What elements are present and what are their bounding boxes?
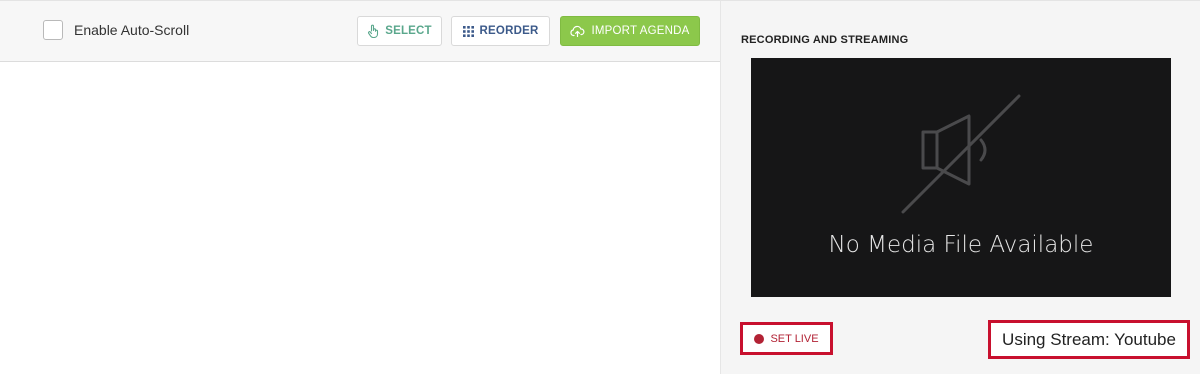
reorder-button-label: REORDER <box>479 25 539 37</box>
agenda-toolbar: Enable Auto-Scroll SELECT REORDER IMPORT… <box>0 1 720 62</box>
recording-section-title: RECORDING AND STREAMING <box>741 34 909 46</box>
speaker-muted-icon <box>895 94 1025 219</box>
record-dot-icon <box>754 333 765 344</box>
stream-source-label: Using Stream: Youtube <box>1002 329 1176 349</box>
select-button[interactable]: SELECT <box>357 16 442 46</box>
cloud-upload-icon <box>570 25 585 37</box>
import-agenda-button[interactable]: IMPORT AGENDA <box>560 16 700 46</box>
grid-dots-icon <box>462 25 474 37</box>
no-media-message: No Media File Available <box>828 232 1094 258</box>
hand-pointer-icon <box>367 24 379 38</box>
media-player[interactable]: No Media File Available <box>751 58 1171 297</box>
recording-panel: RECORDING AND STREAMING No Media File Av… <box>720 0 1200 374</box>
auto-scroll-label: Enable Auto-Scroll <box>74 22 190 38</box>
auto-scroll-toggle[interactable]: Enable Auto-Scroll <box>43 20 189 40</box>
set-live-label: SET LIVE <box>770 332 819 345</box>
auto-scroll-checkbox[interactable] <box>43 20 63 40</box>
set-live-button[interactable]: SET LIVE <box>740 322 833 355</box>
stream-source-indicator: Using Stream: Youtube <box>988 320 1190 359</box>
select-button-label: SELECT <box>385 25 432 37</box>
agenda-panel: Enable Auto-Scroll SELECT REORDER IMPORT… <box>0 0 720 374</box>
import-agenda-label: IMPORT AGENDA <box>591 25 690 37</box>
reorder-button[interactable]: REORDER <box>451 16 550 46</box>
